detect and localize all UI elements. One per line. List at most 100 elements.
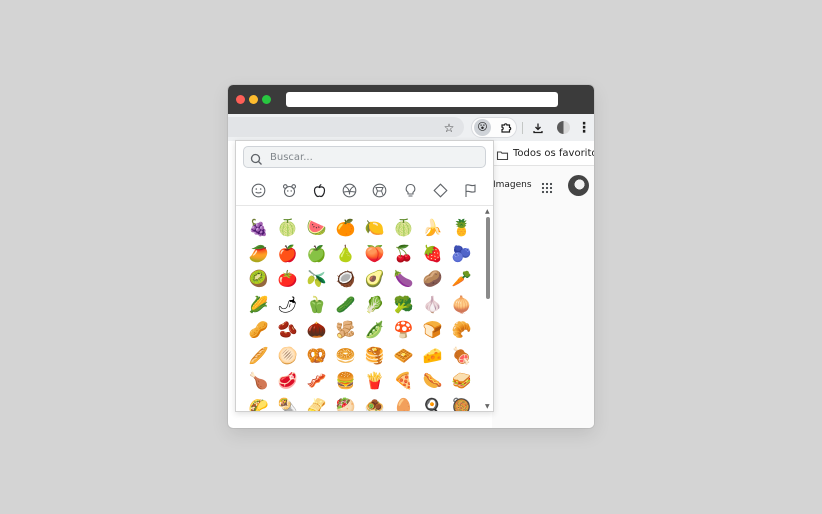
emoji-button[interactable]: 🧄: [418, 292, 447, 318]
emoji-button[interactable]: 🥯: [331, 343, 360, 369]
emoji-button[interactable]: 🥙: [331, 394, 360, 412]
emoji-button[interactable]: 🍒: [389, 241, 418, 267]
minimize-window-button[interactable]: [249, 95, 258, 104]
emoji-button[interactable]: 🍓: [418, 241, 447, 267]
emoji-button[interactable]: 🍌: [418, 215, 447, 241]
scrollbar-thumb[interactable]: [486, 217, 490, 299]
emoji-button[interactable]: 🍖: [447, 343, 476, 369]
symbols-category-icon[interactable]: [432, 182, 448, 198]
emoji-button[interactable]: 🍅: [273, 266, 302, 292]
smiley-category-icon[interactable]: [250, 182, 266, 198]
emoji-button[interactable]: 🥞: [360, 343, 389, 369]
close-window-button[interactable]: [236, 95, 245, 104]
emoji-button[interactable]: 🥜: [244, 317, 273, 343]
emoji-button[interactable]: 🫔: [302, 394, 331, 412]
emoji-button[interactable]: 🫘: [273, 317, 302, 343]
emoji-button[interactable]: 🌶: [273, 292, 302, 318]
emoji-button[interactable]: 🥐: [447, 317, 476, 343]
folder-icon: [496, 147, 509, 161]
emoji-button[interactable]: 🫚: [331, 317, 360, 343]
emoji-button[interactable]: 🥖: [244, 343, 273, 369]
emoji-button[interactable]: 🍔: [331, 368, 360, 394]
emoji-button[interactable]: 🧅: [447, 292, 476, 318]
emoji-button[interactable]: 🫓: [273, 343, 302, 369]
emoji-button[interactable]: 🥕: [447, 266, 476, 292]
activities-category-icon[interactable]: [341, 182, 357, 198]
emoji-button[interactable]: 🥓: [302, 368, 331, 394]
emoji-button[interactable]: 🥦: [389, 292, 418, 318]
maximize-window-button[interactable]: [262, 95, 271, 104]
emoji-button[interactable]: 🍎: [273, 241, 302, 267]
emoji-button[interactable]: 🫛: [360, 317, 389, 343]
apps-grid-icon[interactable]: [541, 179, 553, 194]
search-placeholder: Buscar...: [270, 151, 313, 163]
extensions-puzzle-icon[interactable]: [498, 119, 514, 136]
emoji-button[interactable]: 🍋: [360, 215, 389, 241]
bookmark-star-icon[interactable]: ☆: [441, 120, 457, 135]
emoji-button[interactable]: 🧆: [360, 394, 389, 412]
scroll-down-arrow-icon[interactable]: ▼: [485, 403, 490, 410]
emoji-button[interactable]: 🥬: [360, 292, 389, 318]
emoji-button[interactable]: 🧇: [389, 343, 418, 369]
images-link[interactable]: Imagens: [493, 180, 532, 190]
emoji-button[interactable]: 🍈: [273, 215, 302, 241]
emoji-button[interactable]: 🌭: [418, 368, 447, 394]
emoji-scrollbar[interactable]: ▲ ▼: [484, 207, 493, 411]
emoji-button[interactable]: 🌽: [244, 292, 273, 318]
emoji-button[interactable]: 🍇: [244, 215, 273, 241]
emoji-button[interactable]: 🍕: [389, 368, 418, 394]
emoji-button[interactable]: 🥨: [302, 343, 331, 369]
emoji-button[interactable]: 🥥: [331, 266, 360, 292]
objects-category-icon[interactable]: [402, 182, 418, 198]
emoji-button[interactable]: 🥭: [244, 241, 273, 267]
emoji-picker-popup: Buscar... 🍇 🍈 🍉 🍊 🍋 🍈 🍌 🍍 🥭 🍎 🍏 🍐 🍑 🍒 🍓 …: [235, 140, 494, 412]
category-divider: [236, 205, 493, 206]
emoji-button[interactable]: 🥩: [273, 368, 302, 394]
emoji-button[interactable]: 🥚: [389, 394, 418, 412]
emoji-button[interactable]: 🍏: [302, 241, 331, 267]
emoji-extension-icon[interactable]: 😮: [474, 119, 491, 136]
emoji-button[interactable]: 🍄: [389, 317, 418, 343]
emoji-button[interactable]: 🥒: [331, 292, 360, 318]
emoji-button[interactable]: 🥑: [360, 266, 389, 292]
emoji-button[interactable]: 🍈: [389, 215, 418, 241]
emoji-search-field[interactable]: Buscar...: [243, 146, 486, 168]
profile-avatar[interactable]: [557, 121, 570, 134]
emoji-button[interactable]: 🫐: [447, 241, 476, 267]
emoji-button[interactable]: 🥪: [447, 368, 476, 394]
tab-strip-bar[interactable]: [286, 92, 558, 107]
emoji-button[interactable]: 🍆: [389, 266, 418, 292]
emoji-button[interactable]: 🍳: [418, 394, 447, 412]
emoji-button[interactable]: 🌯: [273, 394, 302, 412]
account-avatar[interactable]: [568, 175, 589, 196]
page-content: [492, 166, 594, 428]
search-icon: [250, 151, 263, 165]
emoji-button[interactable]: 🍍: [447, 215, 476, 241]
travel-category-icon[interactable]: [371, 182, 387, 198]
flags-category-icon[interactable]: [462, 182, 478, 198]
emoji-button[interactable]: 🌮: [244, 394, 273, 412]
food-category-icon[interactable]: [311, 182, 327, 198]
emoji-button[interactable]: 🍉: [302, 215, 331, 241]
download-icon[interactable]: [530, 119, 546, 136]
emoji-button[interactable]: 🥝: [244, 266, 273, 292]
category-tabs: [236, 175, 493, 205]
emoji-button[interactable]: 🧀: [418, 343, 447, 369]
animals-category-icon[interactable]: [281, 182, 297, 198]
all-bookmarks-link[interactable]: Todos os favoritos: [513, 148, 594, 159]
emoji-button[interactable]: 🫒: [302, 266, 331, 292]
emoji-grid-viewport: 🍇 🍈 🍉 🍊 🍋 🍈 🍌 🍍 🥭 🍎 🍏 🍐 🍑 🍒 🍓 🫐 🥝 🍅 🫒 🥥 🥑 🍆 🥔 🥕 🌽 🌶 🫑 🥒 🥬 🥦 🧄 🧅 🥜 🫘 🌰 🫚 🫛 🍄 🍞 🥐…: [236, 207, 484, 411]
scroll-up-arrow-icon[interactable]: ▲: [485, 208, 490, 215]
emoji-button[interactable]: 🍗: [244, 368, 273, 394]
emoji-button[interactable]: 🥘: [447, 394, 476, 412]
emoji-button[interactable]: 🍊: [331, 215, 360, 241]
emoji-button[interactable]: 🫑: [302, 292, 331, 318]
menu-kebab-icon[interactable]: ⋮: [577, 119, 591, 136]
emoji-button[interactable]: 🍞: [418, 317, 447, 343]
emoji-button[interactable]: 🥔: [418, 266, 447, 292]
emoji-button[interactable]: 🍐: [331, 241, 360, 267]
emoji-button[interactable]: 🍑: [360, 241, 389, 267]
emoji-button[interactable]: 🍟: [360, 368, 389, 394]
address-bar[interactable]: [228, 117, 464, 137]
emoji-button[interactable]: 🌰: [302, 317, 331, 343]
